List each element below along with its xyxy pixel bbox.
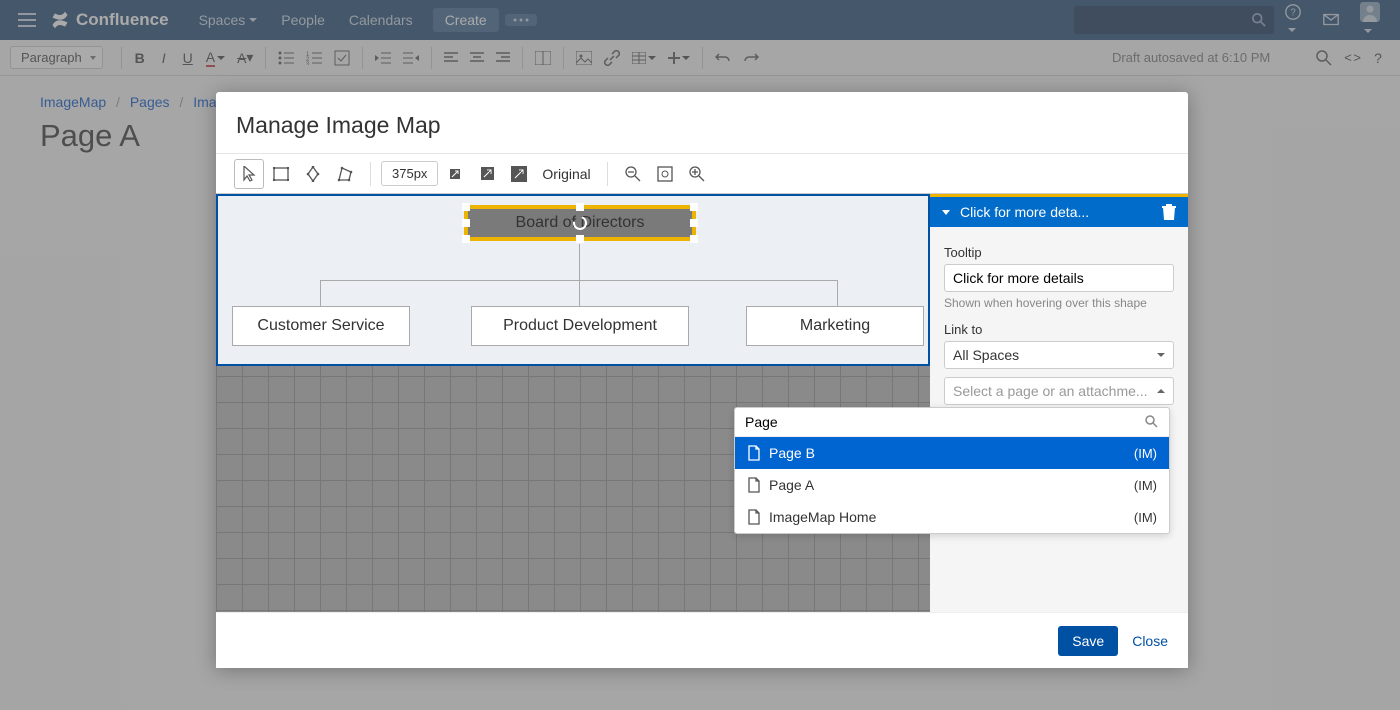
imagemap-canvas[interactable]: Board of Directors Cu bbox=[216, 194, 930, 612]
circle-tool-button[interactable] bbox=[298, 159, 328, 189]
page-picker-dropdown: Page B (IM) Page A (IM) ImageMap Home (IM) bbox=[734, 407, 1170, 534]
page-picker-item-label: ImageMap Home bbox=[769, 509, 876, 525]
page-picker-item-label: Page B bbox=[769, 445, 815, 461]
page-picker-item-label: Page A bbox=[769, 477, 814, 493]
page-picker-search-input[interactable] bbox=[745, 414, 1145, 430]
page-picker-item-space: (IM) bbox=[1134, 446, 1157, 461]
size-large-button[interactable] bbox=[504, 159, 534, 189]
original-size-button[interactable]: Original bbox=[536, 166, 596, 182]
page-picker-item-space: (IM) bbox=[1134, 478, 1157, 493]
close-button[interactable]: Close bbox=[1132, 633, 1168, 649]
tooltip-label: Tooltip bbox=[944, 245, 1174, 260]
imagemap-toolbar: 375px Original bbox=[216, 153, 1188, 193]
rectangle-tool-button[interactable] bbox=[266, 159, 296, 189]
shape-product-development[interactable]: Product Development bbox=[471, 306, 689, 346]
tooltip-input[interactable] bbox=[944, 264, 1174, 292]
page-select[interactable]: Select a page or an attachme... bbox=[944, 377, 1174, 405]
search-icon bbox=[1145, 415, 1159, 429]
page-icon bbox=[747, 477, 761, 493]
zoom-out-button[interactable] bbox=[618, 159, 648, 189]
modal-footer: Save Close bbox=[216, 612, 1188, 668]
polygon-tool-button[interactable] bbox=[330, 159, 360, 189]
space-select[interactable]: All Spaces bbox=[944, 341, 1174, 369]
modal-title: Manage Image Map bbox=[216, 92, 1188, 153]
delete-shape-button[interactable] bbox=[1162, 204, 1176, 220]
page-icon bbox=[747, 509, 761, 525]
page-icon bbox=[747, 445, 761, 461]
zoom-fit-button[interactable] bbox=[650, 159, 680, 189]
shape-board-directors[interactable]: Board of Directors bbox=[464, 205, 696, 241]
manage-image-map-modal: Manage Image Map 375px Original Board of… bbox=[216, 92, 1188, 668]
size-small-button[interactable] bbox=[440, 159, 470, 189]
page-picker-search bbox=[735, 408, 1169, 437]
image-width-input[interactable]: 375px bbox=[381, 161, 438, 186]
shape-properties-panel: Click for more deta... Tooltip Shown whe… bbox=[930, 194, 1188, 612]
page-picker-item[interactable]: Page B (IM) bbox=[735, 437, 1169, 469]
size-medium-button[interactable] bbox=[472, 159, 502, 189]
pointer-tool-button[interactable] bbox=[234, 159, 264, 189]
canvas-image-area: Board of Directors Cu bbox=[216, 194, 930, 366]
loading-spinner-icon bbox=[572, 215, 588, 231]
shape-customer-service[interactable]: Customer Service bbox=[232, 306, 410, 346]
panel-header[interactable]: Click for more deta... bbox=[930, 194, 1188, 227]
tooltip-hint: Shown when hovering over this shape bbox=[944, 296, 1174, 310]
page-picker-item[interactable]: Page A (IM) bbox=[735, 469, 1169, 501]
zoom-in-button[interactable] bbox=[682, 159, 712, 189]
save-button[interactable]: Save bbox=[1058, 626, 1118, 656]
linkto-label: Link to bbox=[944, 322, 1174, 337]
collapse-icon bbox=[942, 210, 950, 215]
page-picker-item-space: (IM) bbox=[1134, 510, 1157, 525]
page-picker-item[interactable]: ImageMap Home (IM) bbox=[735, 501, 1169, 533]
shape-marketing[interactable]: Marketing bbox=[746, 306, 924, 346]
panel-header-label: Click for more deta... bbox=[960, 204, 1089, 220]
